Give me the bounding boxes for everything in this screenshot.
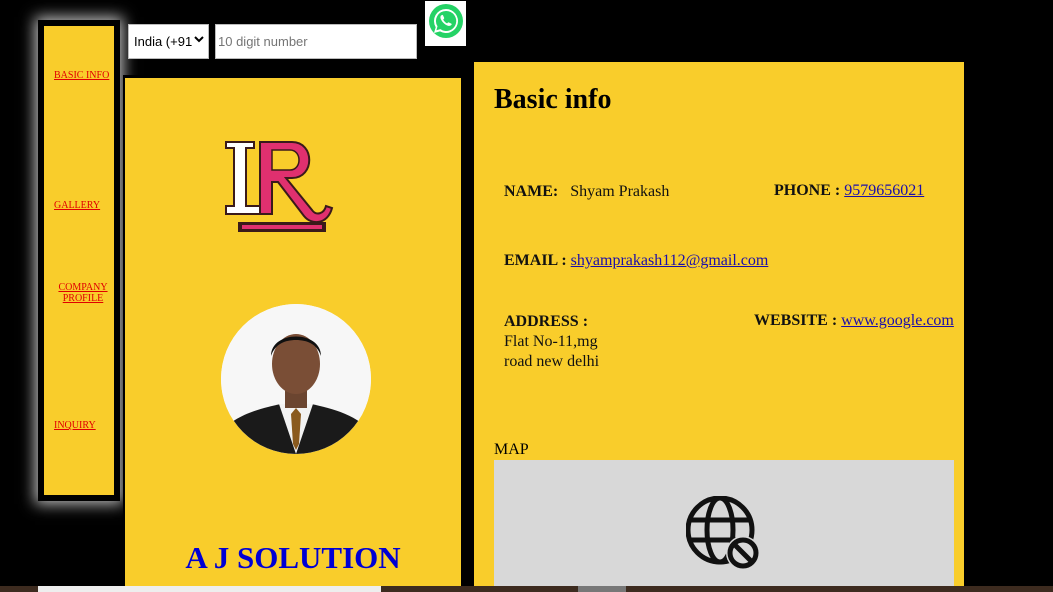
map-label: MAP bbox=[494, 441, 529, 458]
email-field: EMAIL : shyamprakash112@gmail.com bbox=[504, 252, 768, 270]
phone-link[interactable]: 9579656021 bbox=[844, 182, 924, 199]
nav-link-basic-info[interactable]: BASIC INFO bbox=[54, 70, 109, 81]
phone-number-input[interactable] bbox=[215, 24, 417, 59]
side-nav: BASIC INFO GALLERY COMPANY PROFILE INQUI… bbox=[38, 20, 120, 501]
whatsapp-share-button[interactable] bbox=[425, 1, 466, 46]
website-link[interactable]: www.google.com bbox=[841, 312, 954, 329]
bottom-strip bbox=[0, 586, 1053, 592]
website-field: WEBSITE : www.google.com bbox=[754, 312, 954, 330]
email-link[interactable]: shyamprakash112@gmail.com bbox=[571, 252, 769, 269]
nav-link-gallery[interactable]: GALLERY bbox=[54, 200, 100, 211]
company-logo bbox=[220, 136, 335, 236]
nav-link-inquiry[interactable]: INQUIRY bbox=[54, 420, 96, 431]
basic-info-card: Basic info NAME: Shyam Prakash PHONE : 9… bbox=[474, 62, 964, 592]
side-nav-panel: BASIC INFO GALLERY COMPANY PROFILE INQUI… bbox=[44, 26, 114, 495]
email-label: EMAIL : bbox=[504, 252, 567, 269]
address-label: ADDRESS : bbox=[504, 313, 589, 330]
profile-card: A J SOLUTION bbox=[123, 75, 464, 592]
bottom-strip-segment bbox=[38, 586, 381, 592]
map-embed[interactable] bbox=[494, 460, 954, 592]
name-field: NAME: Shyam Prakash bbox=[504, 183, 669, 201]
phone-field: PHONE : 9579656021 bbox=[774, 182, 924, 200]
website-label: WEBSITE : bbox=[754, 312, 838, 329]
chevron-down-icon bbox=[194, 33, 204, 47]
profile-photo bbox=[221, 304, 371, 454]
country-code-select[interactable]: India (+91) bbox=[128, 24, 209, 59]
phone-label: PHONE : bbox=[774, 182, 841, 199]
section-title: Basic info bbox=[494, 84, 612, 115]
address-line-2: road new delhi bbox=[504, 353, 600, 370]
profile-card-panel: A J SOLUTION bbox=[125, 78, 461, 592]
company-name: A J SOLUTION bbox=[185, 540, 401, 575]
bottom-strip-segment bbox=[578, 586, 626, 592]
name-label: NAME: bbox=[504, 183, 559, 200]
whatsapp-icon bbox=[428, 3, 464, 44]
globe-blocked-icon bbox=[685, 495, 762, 592]
nav-link-company-profile[interactable]: COMPANY PROFILE bbox=[57, 282, 109, 304]
country-code-value: India (+91) bbox=[134, 34, 192, 49]
address-field: ADDRESS : Flat No-11,mg road new delhi bbox=[504, 312, 599, 372]
name-value: Shyam Prakash bbox=[570, 183, 670, 200]
address-line-1: Flat No-11,mg bbox=[504, 333, 598, 350]
